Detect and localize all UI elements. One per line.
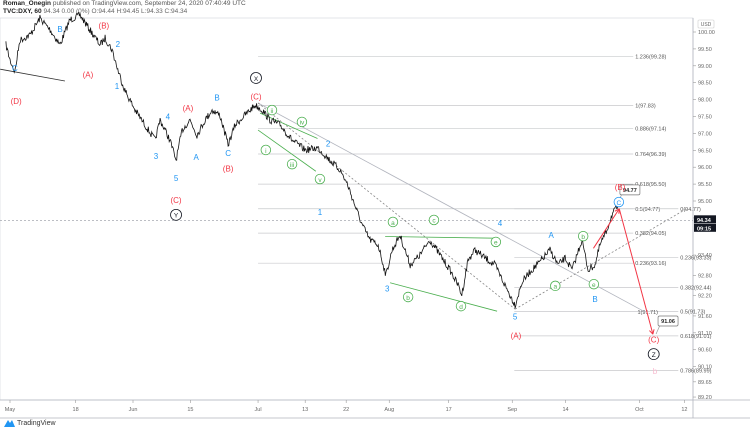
time-axis[interactable]: May 18 Jun 15 Jul 13 22 Aug 17 Sep 14 Oct 12 <box>5 400 688 413</box>
wave-label: e <box>592 282 596 289</box>
y-tick-label: 98.00 <box>698 98 712 104</box>
publish-info: Roman_Onegin published on TradingView.co… <box>3 0 246 7</box>
tradingview-logo[interactable]: TradingView <box>4 419 56 427</box>
x-tick-label: 17 <box>446 407 452 413</box>
last-price-label: 94.34 <box>697 218 712 224</box>
brand-label: TradingView <box>17 419 56 427</box>
wave-label: (B) <box>615 183 626 192</box>
publish-date: published on TradingView.com, September … <box>52 0 246 7</box>
price-chart[interactable]: 1.236(99.28) 1(97.83) 0.886(97.14) 0.764(96… <box>0 0 750 430</box>
wave-label: (B) <box>223 165 234 174</box>
author-name[interactable]: Roman_Onegin <box>3 0 51 7</box>
y-tick-label: 89.65 <box>698 380 712 386</box>
wave-label: 2 <box>116 40 121 49</box>
y-tick-label: 91.60 <box>698 314 712 320</box>
y-tick-label: 93.40 <box>698 253 712 259</box>
y-tick-label: 99.50 <box>698 47 712 53</box>
x-tick-label: Jun <box>129 407 138 413</box>
y-tick-label: 92.80 <box>698 273 712 279</box>
x-tick-label: Aug <box>384 407 394 413</box>
wave-label: b <box>581 234 585 241</box>
wave-label: B <box>592 295 597 304</box>
wave-label: (A) <box>83 71 94 80</box>
y-tick-label: 90.60 <box>698 348 712 354</box>
wave-label: 1 <box>318 208 323 217</box>
fib-level-label: 0.5(94.77) <box>635 207 660 213</box>
fib-level-label: 1.236(99.28) <box>635 54 666 60</box>
y-tick-label: 98.50 <box>698 81 712 87</box>
y-tick-label: 95.50 <box>698 182 712 188</box>
x-tick-label: 12 <box>681 407 687 413</box>
ohlc-quote: 94.34 0.00 (0%) O:94.44 H:94.45 L:94.33 … <box>43 8 188 15</box>
x-tick-label: Jul <box>255 407 262 413</box>
wave-label: e <box>494 240 498 247</box>
x-tick-label: Oct <box>635 407 644 413</box>
wave-label: 5 <box>174 174 179 183</box>
wave-label: b <box>406 295 410 302</box>
y-tick-label: 96.50 <box>698 148 712 154</box>
wave-label: (A) <box>511 332 522 341</box>
wave-label: b <box>653 367 658 376</box>
wave-label: (C) <box>648 336 659 345</box>
x-tick-label: May <box>5 407 16 413</box>
y-tick-label: 89.20 <box>698 395 712 401</box>
symbol-name: TVC:DXY, 60 <box>3 8 42 15</box>
y-tick-label: 92.20 <box>698 294 712 300</box>
x-tick-label: Sep <box>507 407 517 413</box>
y-tick-label: 100.00 <box>698 30 715 36</box>
currency-label: USD <box>701 22 712 28</box>
wave-label: (B) <box>99 22 110 31</box>
wave-label: 4 <box>166 113 171 122</box>
wave-label: (C) <box>250 93 261 102</box>
wave-label: ii <box>271 108 274 115</box>
x-tick-label: 13 <box>302 407 308 413</box>
fib-level-label: 0.236(93.16) <box>635 261 666 267</box>
x-tick-label: 22 <box>343 407 349 413</box>
wave-label: 3 <box>385 285 390 294</box>
fib-level-label: 0.764(96.39) <box>635 152 666 158</box>
y-tick-label: 99.00 <box>698 64 712 70</box>
y-tick-label: 90.10 <box>698 365 712 371</box>
wave-label: a <box>391 220 395 227</box>
wave-label: X <box>254 76 259 83</box>
wave-label: 4 <box>498 219 503 228</box>
y-tick-label: 97.00 <box>698 131 712 137</box>
wave-label: iv <box>300 120 305 127</box>
fib-level-label: 1(97.83) <box>635 103 656 109</box>
wave-label: (A) <box>183 104 194 113</box>
wave-label: Y <box>174 213 179 220</box>
x-tick-label: 18 <box>73 407 79 413</box>
wave-label: iii <box>290 162 294 169</box>
wave-label: C <box>616 200 621 207</box>
y-tick-label: 95.00 <box>698 199 712 205</box>
wave-label: (C) <box>170 196 181 205</box>
price-callout-label: 91.06 <box>661 319 675 325</box>
wave-label: A <box>549 231 555 240</box>
y-tick-label: 91.10 <box>698 331 712 337</box>
fib-level-label: 0.886(97.14) <box>635 127 666 133</box>
y-tick-label: 96.00 <box>698 165 712 171</box>
x-tick-label: 14 <box>562 407 568 413</box>
symbol-info: TVC:DXY, 60 94.34 0.00 (0%) O:94.44 H:94… <box>3 8 187 15</box>
wave-label: 2 <box>326 140 331 149</box>
wave-label: C <box>225 149 231 158</box>
wave-label: i <box>265 148 266 155</box>
wave-label: B <box>214 94 219 103</box>
wave-label: 3 <box>154 152 159 161</box>
wave-label: A <box>193 153 199 162</box>
fib-level-label: 0.382(92.44) <box>680 286 711 292</box>
y-tick-label: 97.50 <box>698 115 712 121</box>
wave-label: 1 <box>115 82 120 91</box>
wave-label: 5 <box>513 313 518 322</box>
x-tick-label: 15 <box>187 407 193 413</box>
wave-label: a <box>553 284 557 291</box>
tradingview-logo-icon <box>4 420 15 427</box>
wave-label: C <box>12 64 18 73</box>
wave-label: d <box>459 304 463 311</box>
fib-level-label: 0(94.77) <box>680 207 701 213</box>
wave-label: (D) <box>11 97 22 106</box>
wave-label: B <box>57 25 62 34</box>
wave-label: Z <box>652 352 656 359</box>
countdown-label: 09:15 <box>697 226 711 232</box>
